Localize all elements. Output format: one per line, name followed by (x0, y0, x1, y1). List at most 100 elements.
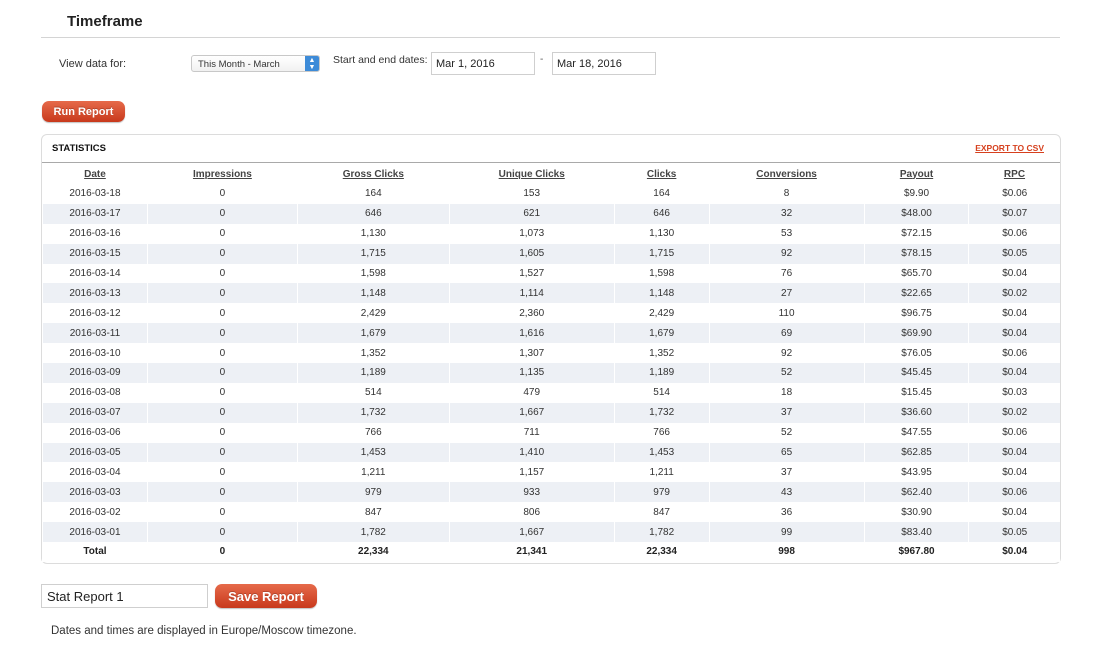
table-cell: 0 (146, 402, 298, 423)
table-cell: $96.75 (863, 303, 969, 324)
table-cell: 0 (146, 303, 298, 324)
column-header-payout[interactable]: Payout (864, 164, 969, 184)
table-cell: 1,667 (448, 402, 615, 423)
table-cell: 1,453 (613, 442, 710, 463)
report-name-input[interactable] (41, 584, 208, 608)
title-divider (41, 37, 1060, 38)
table-cell: 153 (448, 184, 615, 204)
table-cell: 2016-03-14 (42, 263, 148, 284)
table-cell: 99 (708, 522, 865, 543)
statistics-header: STATISTICS EXPORT TO CSV (42, 135, 1060, 163)
table-cell: 1,782 (613, 522, 710, 543)
table-cell: $0.07 (968, 203, 1060, 224)
table-cell: 2016-03-08 (42, 382, 148, 403)
table-cell: 65 (708, 442, 865, 463)
table-cell: 766 (296, 422, 450, 443)
column-header-date[interactable]: Date (43, 164, 148, 184)
column-header-unique-clicks[interactable]: Unique Clicks (449, 164, 614, 184)
table-row: 2016-03-15 0 1,715 1,605 1,715 92 $78.15 $0.05 (42, 243, 1060, 264)
dates-label: Start and end dates: (333, 54, 428, 66)
table-cell: $45.45 (863, 363, 969, 383)
table-cell: 2016-03-10 (42, 343, 148, 364)
table-cell: $76.05 (863, 343, 969, 364)
table-cell: 1,410 (448, 442, 615, 463)
table-cell: $36.60 (863, 402, 969, 423)
table-cell: $15.45 (863, 382, 969, 403)
table-cell: 164 (296, 184, 450, 204)
total-cell: 22,334 (296, 542, 450, 562)
table-cell: 514 (296, 382, 450, 403)
table-cell: 53 (708, 223, 865, 244)
table-row: 2016-03-05 0 1,453 1,410 1,453 65 $62.85 $0.04 (42, 442, 1060, 463)
table-cell: 2016-03-17 (42, 203, 148, 224)
column-header-rpc[interactable]: RPC (969, 164, 1060, 184)
column-header-gross-clicks[interactable]: Gross Clicks (297, 164, 449, 184)
date-separator: - (540, 54, 544, 65)
table-cell: 1,189 (296, 363, 450, 383)
table-cell: 0 (146, 203, 298, 224)
table-cell: 2016-03-06 (42, 422, 148, 443)
total-cell: $0.04 (968, 542, 1060, 562)
column-header-clicks[interactable]: Clicks (614, 164, 709, 184)
table-cell: 0 (146, 442, 298, 463)
table-cell: 37 (708, 462, 865, 483)
table-cell: 1,598 (613, 263, 710, 284)
table-cell: 646 (296, 203, 450, 224)
run-report-button[interactable]: Run Report (42, 101, 125, 122)
table-cell: 164 (613, 184, 710, 204)
column-header-conversions[interactable]: Conversions (709, 164, 864, 184)
table-cell: 2016-03-09 (42, 363, 148, 383)
table-row: 2016-03-08 0 514 479 514 18 $15.45 $0.03 (42, 382, 1060, 403)
period-select[interactable]: This Month - March ▲ ▼ (191, 55, 320, 72)
table-cell: 1,616 (448, 323, 615, 344)
table-cell: $43.95 (863, 462, 969, 483)
export-csv-link[interactable]: EXPORT TO CSV (975, 143, 1044, 153)
table-cell: 1,189 (613, 363, 710, 383)
table-cell: 2,360 (448, 303, 615, 324)
table-cell: 36 (708, 502, 865, 523)
end-date-input[interactable] (552, 52, 656, 75)
table-cell: 1,732 (613, 402, 710, 423)
table-cell: $47.55 (863, 422, 969, 443)
table-cell: 2016-03-02 (42, 502, 148, 523)
timezone-note: Dates and times are displayed in Europe/… (51, 625, 357, 637)
table-cell: 766 (613, 422, 710, 443)
view-data-label: View data for: (59, 58, 127, 70)
table-cell: 0 (146, 223, 298, 244)
table-cell: 1,148 (296, 283, 450, 304)
table-cell: 1,352 (296, 343, 450, 364)
total-cell: 21,341 (448, 542, 615, 562)
table-cell: 2016-03-03 (42, 482, 148, 503)
table-row: 2016-03-11 0 1,679 1,616 1,679 69 $69.90 $0.04 (42, 323, 1060, 344)
table-cell: 37 (708, 402, 865, 423)
table-cell: 0 (146, 422, 298, 443)
table-cell: $22.65 (863, 283, 969, 304)
column-header-impressions[interactable]: Impressions (147, 164, 297, 184)
table-cell: 52 (708, 363, 865, 383)
table-cell: 69 (708, 323, 865, 344)
table-cell: 2016-03-11 (42, 323, 148, 344)
table-cell: 32 (708, 203, 865, 224)
table-row: 2016-03-18 0 164 153 164 8 $9.90 $0.06 (42, 184, 1060, 204)
table-cell: $0.04 (968, 442, 1060, 463)
total-cell: $967.80 (863, 542, 969, 562)
table-cell: 1,114 (448, 283, 615, 304)
table-cell: 0 (146, 462, 298, 483)
table-cell: 0 (146, 343, 298, 364)
statistics-panel: STATISTICS EXPORT TO CSV Date Impressions… (41, 134, 1061, 564)
table-cell: 2016-03-04 (42, 462, 148, 483)
table-cell: 1,598 (296, 263, 450, 284)
table-cell: 0 (146, 522, 298, 543)
total-cell: 22,334 (613, 542, 710, 562)
table-cell: $62.85 (863, 442, 969, 463)
total-cell: Total (42, 542, 148, 562)
table-cell: $65.70 (863, 263, 969, 284)
table-cell: 1,307 (448, 343, 615, 364)
table-row: 2016-03-03 0 979 933 979 43 $62.40 $0.06 (42, 482, 1060, 503)
statistics-title: STATISTICS (52, 143, 107, 154)
save-report-button[interactable]: Save Report (215, 584, 317, 608)
start-date-input[interactable] (431, 52, 535, 75)
table-row: 2016-03-16 0 1,130 1,073 1,130 53 $72.15 $0.06 (42, 223, 1060, 244)
table-cell: 0 (146, 382, 298, 403)
table-row: 2016-03-09 0 1,189 1,135 1,189 52 $45.45 $0.04 (42, 363, 1060, 383)
